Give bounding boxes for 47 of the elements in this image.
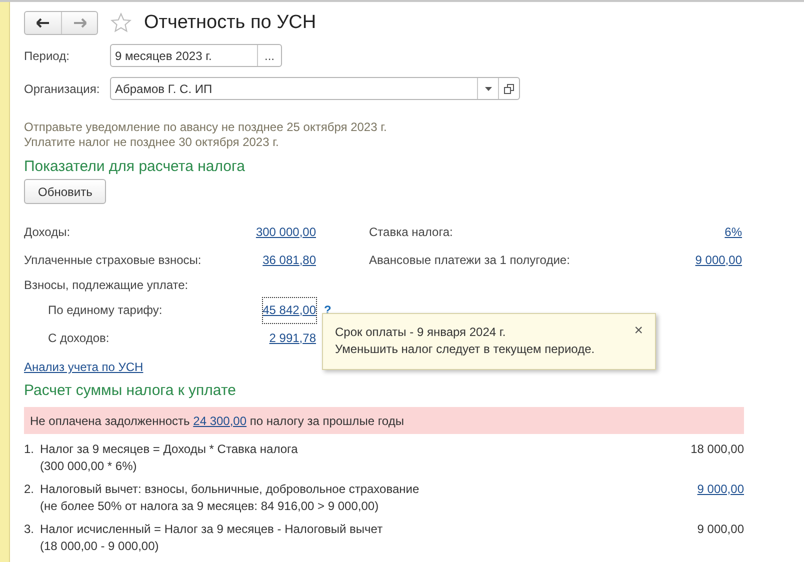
item-detail: (18 000,00 - 9 000,00) — [40, 539, 159, 553]
back-arrow-icon — [36, 18, 50, 28]
windows-icon — [504, 84, 514, 94]
item-title: Налоговый вычет: взносы, больничные, добровольное страхование — [40, 482, 420, 496]
star-icon[interactable] — [110, 12, 132, 34]
contribution-label: По единому тарифу: — [47, 302, 164, 319]
refresh-button[interactable]: Обновить — [24, 179, 106, 204]
indicator-label: Ставка налога: — [369, 224, 454, 241]
forward-arrow-icon — [72, 18, 86, 28]
caret-icon — [484, 86, 492, 90]
indicator-label: Авансовые платежи за 1 полугодие: — [369, 252, 571, 269]
item-amount: 9 000,00 — [697, 522, 744, 536]
contributions-label: Взносы, подлежащие уплате: — [24, 277, 190, 294]
item-title: Налог за 9 месяцев = Доходы * Ставка налога — [40, 442, 298, 456]
item-number: 1. — [24, 441, 36, 458]
item-amount-link[interactable]: 9 000,00 — [697, 482, 744, 496]
notice-text: Уплатите налог не позднее 30 октября 2023 г. — [24, 135, 280, 150]
organization-field[interactable]: Абрамов Г. С. ИП — [110, 77, 520, 100]
contribution-label: С доходов: — [47, 330, 110, 347]
item-amount: 18 000,00 — [690, 442, 744, 456]
period-field[interactable]: 9 месяцев 2023 г. ... — [110, 44, 282, 67]
notice-text: Отправьте уведомление по авансу не позднее 25 октября 2023 г. — [24, 120, 388, 135]
item-detail: (300 000,00 * 6%) — [40, 459, 137, 473]
debt-amount-link[interactable]: 24 300,00 — [193, 414, 247, 428]
item-title: Налог исчисленный = Налог за 9 месяцев - Налоговый вычет — [40, 522, 383, 536]
section-heading: Показатели для расчета налога — [24, 158, 246, 175]
item-number: 3. — [24, 521, 36, 538]
analysis-link[interactable]: Анализ учета по УСН — [24, 360, 144, 374]
item-detail: (не более 50% от налога за 9 месяцев: 84 916,00 > 9 000,00) — [40, 499, 379, 513]
contribution-value-link[interactable]: 45 842,00 — [262, 298, 316, 322]
debt-text: Не оплачена задолженность 24 300,00 по налогу за прошлые годы — [30, 414, 404, 428]
close-button[interactable]: × — [634, 322, 643, 339]
field-label: Организация: — [24, 82, 101, 96]
select-button[interactable]: ... — [257, 45, 281, 66]
indicator-value-link[interactable]: 9 000,00 — [695, 248, 742, 272]
window-title: Отчетность по УСН — [144, 12, 316, 34]
indicator-label: Доходы: — [24, 224, 72, 241]
indicator-value-link[interactable]: 36 081,80 — [262, 248, 316, 272]
contribution-value-link[interactable]: 2 991,78 — [269, 326, 316, 350]
indicator-value-link[interactable]: 6% — [724, 220, 742, 244]
indicator-label: Уплаченные страховые взносы: — [24, 252, 202, 269]
tooltip-text: Срок оплаты - 9 января 2024 г. — [335, 324, 506, 341]
indicator-value-link[interactable]: 300 000,00 — [256, 220, 316, 244]
section-heading: Расчет суммы налога к уплате — [24, 382, 237, 399]
field-label: Период: — [24, 48, 70, 62]
item-number: 2. — [24, 481, 36, 498]
tooltip-text: Уменьшить налог следует в текущем периоде. — [335, 341, 595, 358]
